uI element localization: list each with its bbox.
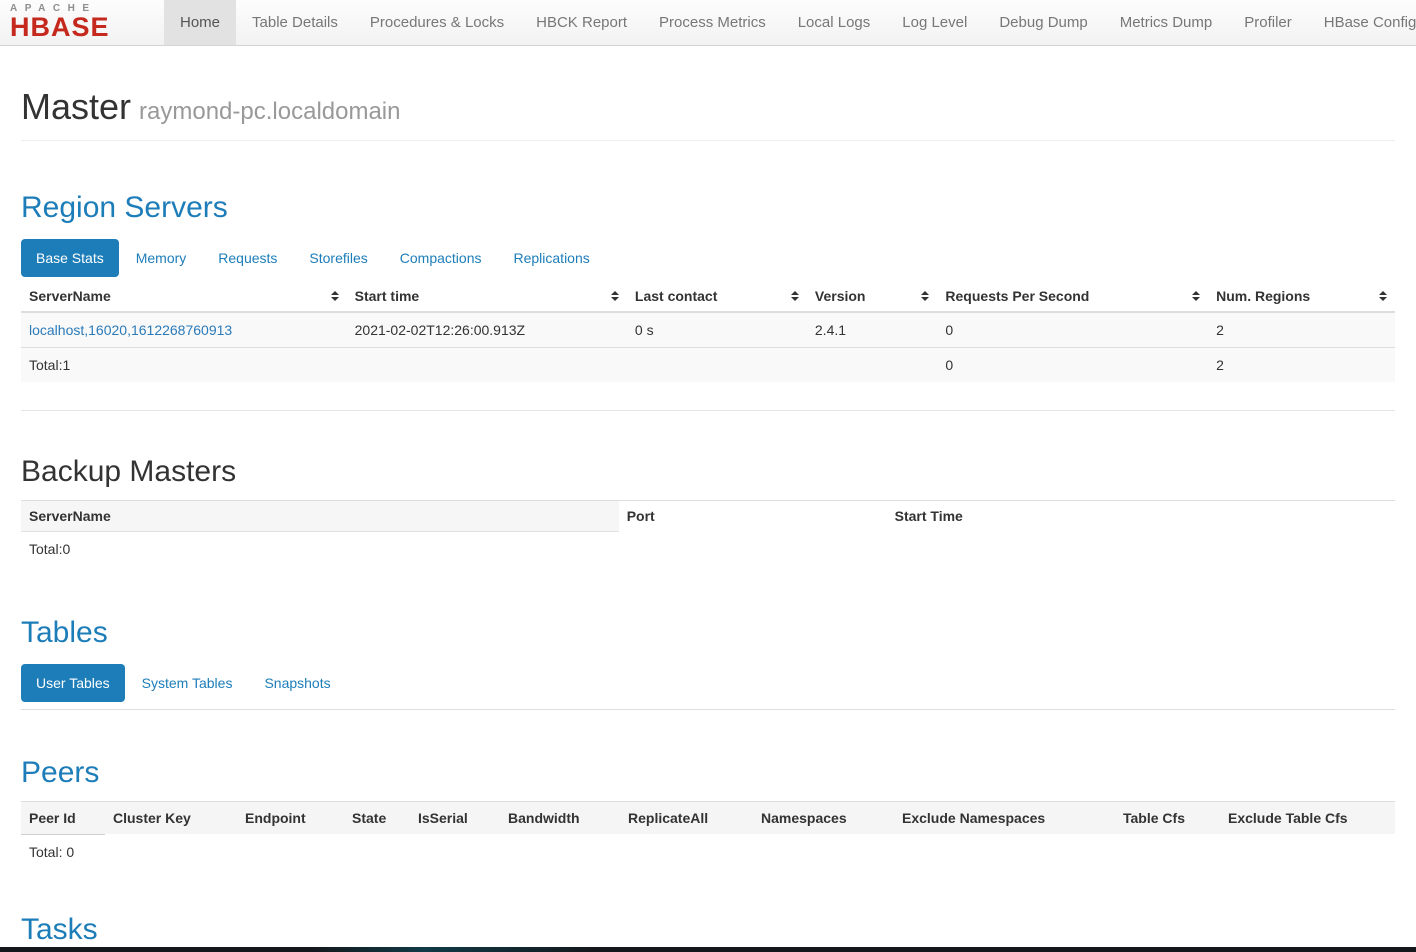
tab-system-tables[interactable]: System Tables	[127, 664, 248, 702]
col-bandwidth: Bandwidth	[500, 801, 620, 834]
tab-compactions[interactable]: Compactions	[385, 239, 497, 277]
cell-start-time: 2021-02-02T12:26:00.913Z	[347, 312, 627, 348]
region-server-link[interactable]: localhost,16020,1612268760913	[29, 322, 232, 338]
page-title: Master raymond-pc.localdomain	[21, 88, 1395, 126]
sort-icon[interactable]	[921, 291, 929, 301]
backup-masters-table: ServerName Port Start Time	[21, 500, 1395, 532]
region-server-row: localhost,16020,1612268760913 2021-02-02…	[21, 312, 1395, 348]
col-servername[interactable]: ServerName	[21, 281, 347, 312]
col-version[interactable]: Version	[807, 281, 938, 312]
top-navbar: APACHE HBASE Home Table Details Procedur…	[0, 0, 1416, 46]
tab-requests[interactable]: Requests	[203, 239, 292, 277]
nav-item-hbck-report[interactable]: HBCK Report	[520, 0, 643, 45]
tab-base-stats[interactable]: Base Stats	[21, 239, 119, 277]
col-exclude-namespaces: Exclude Namespaces	[894, 801, 1115, 834]
master-hostname: raymond-pc.localdomain	[139, 98, 400, 125]
col-namespaces: Namespaces	[753, 801, 894, 834]
col-table-cfs: Table Cfs	[1115, 801, 1220, 834]
master-header: Master raymond-pc.localdomain	[21, 88, 1395, 141]
peers-header-row: Peer Id Cluster Key Endpoint State IsSer…	[21, 801, 1395, 834]
hbase-logo[interactable]: APACHE HBASE	[0, 0, 150, 45]
section-divider	[21, 410, 1395, 411]
backup-masters-heading: Backup Masters	[21, 455, 1395, 490]
col-exclude-table-cfs: Exclude Table Cfs	[1220, 801, 1395, 834]
col-backup-start-time: Start Time	[887, 500, 1395, 531]
col-num-regions[interactable]: Num. Regions	[1208, 281, 1395, 312]
page-content: Master raymond-pc.localdomain Region Serv…	[0, 88, 1416, 947]
sort-icon[interactable]	[791, 291, 799, 301]
tab-memory[interactable]: Memory	[121, 239, 202, 277]
col-backup-servername: ServerName	[21, 500, 619, 531]
nav-item-debug-dump[interactable]: Debug Dump	[983, 0, 1103, 45]
peers-heading: Peers	[21, 756, 1395, 791]
screen-bottom-edge	[0, 947, 1416, 952]
cell-num-regions: 2	[1208, 312, 1395, 348]
tab-user-tables[interactable]: User Tables	[21, 664, 125, 702]
backup-masters-total: Total:0	[21, 532, 1395, 566]
tables-tab-underline	[21, 709, 1395, 710]
col-peer-id: Peer Id	[21, 801, 105, 834]
logo-hbase-text: HBASE	[10, 14, 140, 40]
col-start-time[interactable]: Start time	[347, 281, 627, 312]
col-endpoint: Endpoint	[237, 801, 344, 834]
cell-requests-per-second: 0	[937, 312, 1208, 348]
sort-icon[interactable]	[1379, 291, 1387, 301]
nav-item-procedures-locks[interactable]: Procedures & Locks	[354, 0, 520, 45]
tables-heading: Tables	[21, 616, 1395, 651]
nav-item-metrics-dump[interactable]: Metrics Dump	[1104, 0, 1229, 45]
col-replicateall: ReplicateAll	[620, 801, 753, 834]
total-label: Total:1	[21, 348, 347, 383]
tab-storefiles[interactable]: Storefiles	[294, 239, 382, 277]
sort-icon[interactable]	[611, 291, 619, 301]
nav-item-local-logs[interactable]: Local Logs	[782, 0, 887, 45]
cell-version: 2.4.1	[807, 312, 938, 348]
col-backup-port: Port	[619, 500, 887, 531]
total-requests-per-second: 0	[937, 348, 1208, 383]
nav-item-log-level[interactable]: Log Level	[886, 0, 983, 45]
tables-tabs: User Tables System Tables Snapshots	[21, 664, 1395, 702]
col-isserial: IsSerial	[410, 801, 500, 834]
col-requests-per-second[interactable]: Requests Per Second	[937, 281, 1208, 312]
region-servers-total-row: Total:1 0 2	[21, 348, 1395, 383]
tab-replications[interactable]: Replications	[498, 239, 604, 277]
navbar-menu: Home Table Details Procedures & Locks HB…	[164, 0, 1416, 45]
region-servers-header-row: ServerName Start time Last contact Versi…	[21, 281, 1395, 312]
nav-item-hbase-configuration[interactable]: HBase Configuration	[1308, 0, 1416, 45]
backup-masters-header-row: ServerName Port Start Time	[21, 500, 1395, 531]
nav-item-table-details[interactable]: Table Details	[236, 0, 354, 45]
col-cluster-key: Cluster Key	[105, 801, 237, 834]
tab-snapshots[interactable]: Snapshots	[249, 664, 345, 702]
region-servers-tabs: Base Stats Memory Requests Storefiles Co…	[21, 239, 1395, 277]
sort-icon[interactable]	[1192, 291, 1200, 301]
peers-total: Total: 0	[21, 835, 1395, 869]
nav-item-profiler[interactable]: Profiler	[1228, 0, 1308, 45]
peers-table: Peer Id Cluster Key Endpoint State IsSer…	[21, 801, 1395, 835]
region-servers-heading: Region Servers	[21, 191, 1395, 226]
region-servers-table: ServerName Start time Last contact Versi…	[21, 281, 1395, 382]
sort-icon[interactable]	[331, 291, 339, 301]
total-num-regions: 2	[1208, 348, 1395, 383]
cell-last-contact: 0 s	[627, 312, 807, 348]
col-last-contact[interactable]: Last contact	[627, 281, 807, 312]
col-state: State	[344, 801, 410, 834]
nav-item-process-metrics[interactable]: Process Metrics	[643, 0, 782, 45]
master-title: Master	[21, 86, 131, 127]
nav-item-home[interactable]: Home	[164, 0, 236, 45]
tasks-heading: Tasks	[21, 913, 1395, 948]
